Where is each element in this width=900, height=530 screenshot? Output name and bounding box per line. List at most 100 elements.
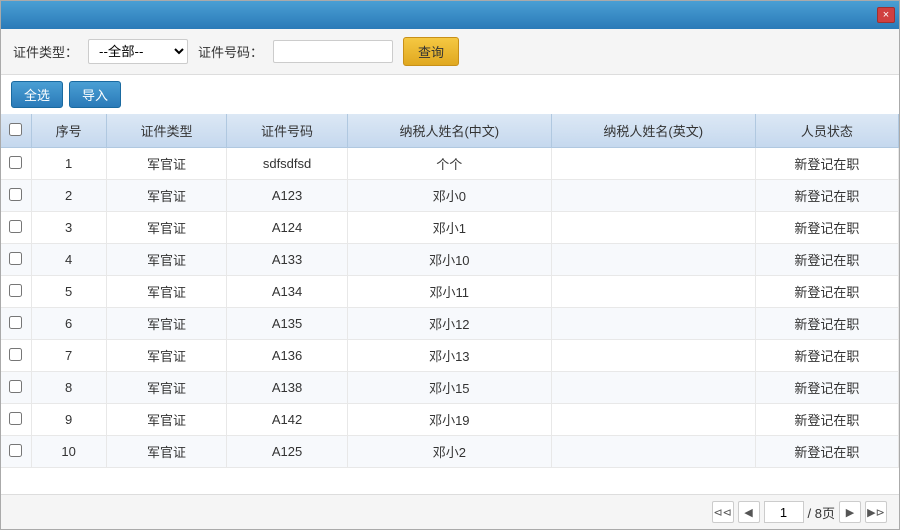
cell-name-en	[551, 372, 755, 404]
title-bar: ×	[1, 1, 899, 29]
cell-cert-no: A125	[227, 436, 348, 468]
row-checkbox[interactable]	[9, 380, 22, 393]
table-row: 9军官证A142邓小19新登记在职	[1, 404, 899, 436]
table-row: 6军官证A135邓小12新登记在职	[1, 308, 899, 340]
row-checkbox[interactable]	[9, 348, 22, 361]
table-header-row: 序号 证件类型 证件号码 纳税人姓名(中文) 纳税人姓名(英文) 人员状态	[1, 114, 899, 148]
cell-seq: 9	[31, 404, 106, 436]
row-checkbox[interactable]	[9, 252, 22, 265]
cell-name-cn: 邓小11	[347, 276, 551, 308]
cell-status: 新登记在职	[755, 148, 898, 180]
next-page-button[interactable]: ▶	[839, 501, 861, 523]
cell-status: 新登记在职	[755, 372, 898, 404]
table-row: 5军官证A134邓小11新登记在职	[1, 276, 899, 308]
table-row: 8军官证A138邓小15新登记在职	[1, 372, 899, 404]
table-row: 4军官证A133邓小10 新登记在职	[1, 244, 899, 276]
cell-cert-no: A142	[227, 404, 348, 436]
cell-seq: 1	[31, 148, 106, 180]
last-page-button[interactable]: ▶⊳	[865, 501, 887, 523]
header-status: 人员状态	[755, 114, 898, 148]
cell-status: 新登记在职	[755, 212, 898, 244]
cert-no-label: 证件号码：	[198, 42, 263, 61]
pagination: ⊲⊲ ◀ / 8页 ▶ ▶⊳	[1, 494, 899, 529]
cell-cert-no: A135	[227, 308, 348, 340]
header-seq: 序号	[31, 114, 106, 148]
row-checkbox[interactable]	[9, 444, 22, 457]
cell-status: 新登记在职	[755, 340, 898, 372]
cell-name-en	[551, 148, 755, 180]
cell-name-cn: 邓小12	[347, 308, 551, 340]
query-button[interactable]: 查询	[403, 37, 459, 66]
header-name-cn: 纳税人姓名(中文)	[347, 114, 551, 148]
cell-name-en	[551, 276, 755, 308]
row-checkbox[interactable]	[9, 156, 22, 169]
header-checkbox[interactable]	[9, 123, 22, 136]
row-checkbox-cell	[1, 212, 31, 244]
cell-name-en	[551, 308, 755, 340]
cell-status: 新登记在职	[755, 180, 898, 212]
table-container: 序号 证件类型 证件号码 纳税人姓名(中文) 纳税人姓名(英文) 人员状态 1军…	[1, 114, 899, 494]
cell-seq: 7	[31, 340, 106, 372]
table-body: 1军官证sdfsdfsd个个新登记在职2军官证A123邓小0新登记在职3军官证A…	[1, 148, 899, 468]
row-checkbox[interactable]	[9, 188, 22, 201]
cell-cert-no: A133	[227, 244, 348, 276]
cell-name-en	[551, 180, 755, 212]
cell-name-cn: 邓小1	[347, 212, 551, 244]
row-checkbox-cell	[1, 148, 31, 180]
row-checkbox[interactable]	[9, 316, 22, 329]
cert-no-input[interactable]	[273, 40, 393, 63]
cell-cert-type: 军官证	[106, 244, 227, 276]
cell-cert-no: A124	[227, 212, 348, 244]
cell-name-cn: 邓小13	[347, 340, 551, 372]
row-checkbox[interactable]	[9, 284, 22, 297]
cell-seq: 6	[31, 308, 106, 340]
close-button[interactable]: ×	[877, 7, 895, 23]
row-checkbox-cell	[1, 372, 31, 404]
cell-status: 新登记在职	[755, 308, 898, 340]
cell-cert-type: 军官证	[106, 276, 227, 308]
import-button[interactable]: 导入	[69, 81, 121, 108]
row-checkbox-cell	[1, 340, 31, 372]
cell-cert-type: 军官证	[106, 212, 227, 244]
row-checkbox[interactable]	[9, 220, 22, 233]
toolbar: 证件类型： --全部-- 军官证 身份证 护照 证件号码： 查询	[1, 29, 899, 75]
cell-cert-type: 军官证	[106, 404, 227, 436]
table-row: 1军官证sdfsdfsd个个新登记在职	[1, 148, 899, 180]
row-checkbox[interactable]	[9, 412, 22, 425]
first-page-button[interactable]: ⊲⊲	[712, 501, 734, 523]
cell-name-cn: 个个	[347, 148, 551, 180]
cell-seq: 2	[31, 180, 106, 212]
cell-cert-type: 军官证	[106, 372, 227, 404]
select-all-button[interactable]: 全选	[11, 81, 63, 108]
cell-seq: 4	[31, 244, 106, 276]
cell-name-cn: 邓小0	[347, 180, 551, 212]
table-row: 10军官证A125邓小2新登记在职	[1, 436, 899, 468]
cell-cert-type: 军官证	[106, 180, 227, 212]
header-cert-type: 证件类型	[106, 114, 227, 148]
cell-name-en	[551, 340, 755, 372]
cell-name-cn: 邓小10	[347, 244, 551, 276]
cell-cert-type: 军官证	[106, 340, 227, 372]
prev-page-button[interactable]: ◀	[738, 501, 760, 523]
cell-name-en	[551, 436, 755, 468]
cell-name-cn: 邓小19	[347, 404, 551, 436]
cell-status: 新登记在职	[755, 244, 898, 276]
page-info: / 8页	[808, 503, 835, 522]
cell-seq: 3	[31, 212, 106, 244]
cell-cert-type: 军官证	[106, 436, 227, 468]
table-row: 7军官证A136邓小13 新登记在职	[1, 340, 899, 372]
cert-type-label: 证件类型：	[13, 42, 78, 61]
action-bar: 全选 导入	[1, 75, 899, 114]
row-checkbox-cell	[1, 404, 31, 436]
cell-name-en	[551, 404, 755, 436]
header-checkbox-cell	[1, 114, 31, 148]
cell-cert-no: sdfsdfsd	[227, 148, 348, 180]
row-checkbox-cell	[1, 244, 31, 276]
cell-name-cn: 邓小2	[347, 436, 551, 468]
page-number-input[interactable]	[764, 501, 804, 523]
cell-status: 新登记在职	[755, 436, 898, 468]
cell-cert-no: A136	[227, 340, 348, 372]
cert-type-select[interactable]: --全部-- 军官证 身份证 护照	[88, 39, 188, 64]
row-checkbox-cell	[1, 180, 31, 212]
main-window: × 证件类型： --全部-- 军官证 身份证 护照 证件号码： 查询 全选 导入…	[0, 0, 900, 530]
